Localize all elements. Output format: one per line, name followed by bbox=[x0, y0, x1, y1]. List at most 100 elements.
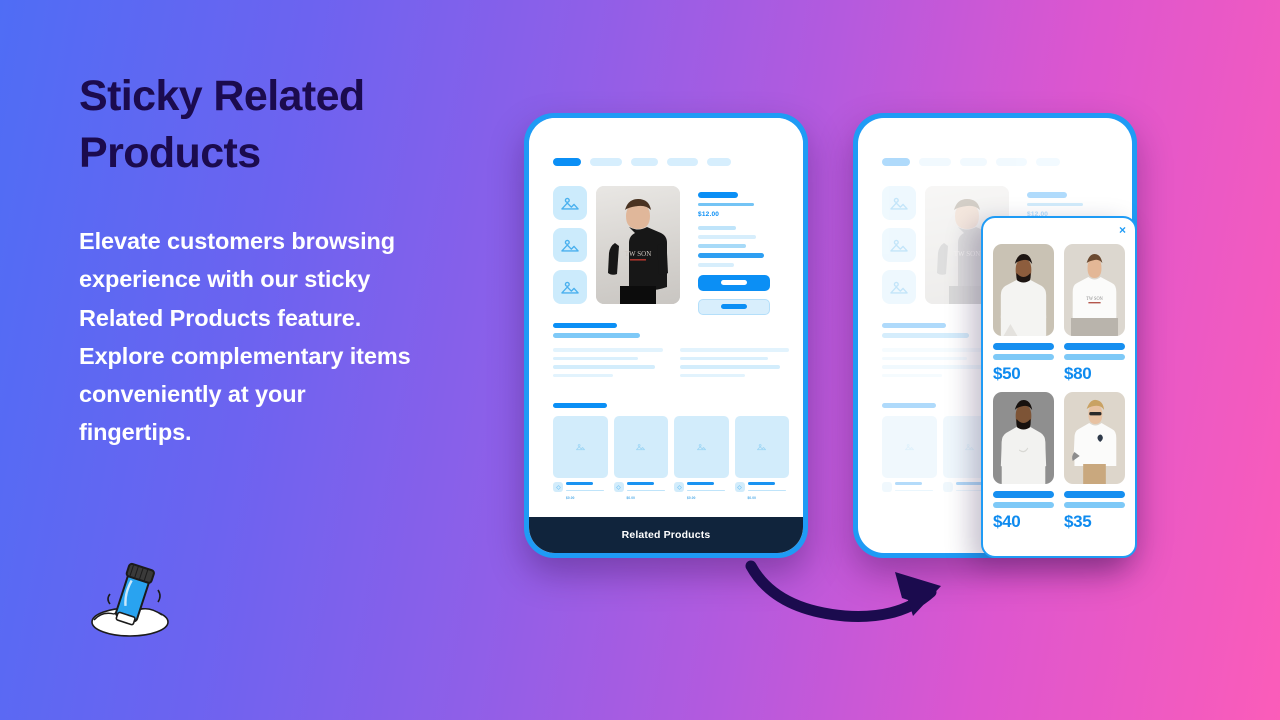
popup-product-price: $35 bbox=[1064, 512, 1092, 531]
related-product-card[interactable]: $0.00 bbox=[613, 416, 668, 501]
popup-sub-skeleton bbox=[993, 502, 1054, 508]
popup-product-price: $40 bbox=[993, 512, 1021, 531]
nav-pill[interactable] bbox=[1036, 158, 1060, 166]
card-sub-skeleton bbox=[626, 489, 665, 492]
popup-product-card[interactable]: $35 bbox=[1064, 392, 1125, 532]
popup-product-image bbox=[993, 392, 1054, 484]
sticky-bar-label: Related Products bbox=[621, 529, 711, 541]
image-placeholder-icon[interactable] bbox=[882, 228, 916, 262]
nav-pill[interactable] bbox=[667, 158, 698, 166]
product-title-skeleton bbox=[698, 192, 738, 198]
popup-product-card[interactable]: $50 bbox=[993, 244, 1054, 384]
description-text: Elevate customers browsing experience wi… bbox=[79, 228, 411, 445]
popup-sub-skeleton bbox=[1064, 502, 1125, 508]
product-hero-image[interactable]: TW SON bbox=[596, 186, 680, 304]
nav-pill-active[interactable] bbox=[882, 158, 910, 166]
svg-text:TW SON: TW SON bbox=[1086, 297, 1103, 302]
related-product-card[interactable]: $0.00 bbox=[734, 416, 789, 501]
nav-pill[interactable] bbox=[631, 158, 658, 166]
card-sub-skeleton bbox=[895, 489, 934, 492]
popup-product-card[interactable]: $40 bbox=[993, 392, 1054, 532]
product-title-skeleton bbox=[1027, 192, 1067, 198]
related-heading-skeleton bbox=[553, 403, 607, 408]
curved-arrow-right-icon bbox=[745, 558, 970, 630]
tag-icon bbox=[942, 482, 953, 492]
detail-line bbox=[698, 243, 746, 248]
nav-pill-row bbox=[882, 158, 1060, 166]
product-price: $12.00 bbox=[698, 210, 720, 218]
popup-product-grid: $50 TW SON $80 $40 $35 bbox=[993, 244, 1125, 532]
detail-line bbox=[698, 225, 736, 230]
related-product-card[interactable]: $0.00 bbox=[553, 416, 608, 500]
popup-product-price: $80 bbox=[1064, 364, 1092, 383]
product-page-screen: TW SON $12.00 $0.00 $0.00 $0.00 $0.00 Re… bbox=[529, 118, 803, 553]
card-image-placeholder bbox=[674, 416, 729, 478]
card-price: $0.00 bbox=[566, 496, 575, 501]
card-price: $0.00 bbox=[747, 496, 756, 501]
nav-pill[interactable] bbox=[919, 158, 951, 166]
card-sub-skeleton bbox=[566, 489, 605, 492]
section-subheading-skeleton bbox=[553, 333, 640, 338]
text-line bbox=[553, 356, 639, 360]
popup-product-image bbox=[1064, 392, 1125, 484]
buy-now-button[interactable] bbox=[698, 298, 770, 315]
tag-icon bbox=[734, 482, 745, 492]
card-title-skeleton bbox=[626, 482, 654, 485]
card-title-skeleton bbox=[895, 482, 923, 485]
nav-pill[interactable] bbox=[707, 158, 731, 166]
popup-title-skeleton bbox=[993, 491, 1054, 498]
product-description-block bbox=[553, 323, 789, 382]
product-subtitle-skeleton bbox=[1027, 203, 1083, 206]
popup-product-image: TW SON bbox=[1064, 244, 1125, 336]
nav-pill-active[interactable] bbox=[553, 158, 581, 166]
detail-line bbox=[698, 234, 756, 239]
description-column-left bbox=[882, 348, 992, 382]
add-to-cart-button[interactable] bbox=[698, 274, 770, 291]
text-line bbox=[553, 348, 663, 352]
text-line bbox=[553, 365, 655, 369]
phone-mockup-before: TW SON $12.00 $0.00 $0.00 $0.00 $0.00 Re… bbox=[524, 113, 808, 558]
related-heading-skeleton bbox=[882, 403, 936, 408]
image-placeholder-icon[interactable] bbox=[553, 186, 587, 220]
text-line bbox=[882, 373, 943, 377]
tag-icon bbox=[882, 482, 892, 492]
card-image-placeholder bbox=[734, 416, 789, 478]
image-placeholder-icon[interactable] bbox=[882, 186, 916, 220]
product-subtitle-skeleton bbox=[698, 203, 754, 206]
text-line bbox=[882, 365, 984, 369]
card-sub-skeleton bbox=[687, 489, 726, 492]
image-placeholder-icon[interactable] bbox=[553, 228, 587, 262]
section-heading-skeleton bbox=[553, 323, 617, 328]
text-line bbox=[553, 373, 614, 377]
product-gallery: TW SON $12.00 bbox=[553, 186, 778, 315]
detail-line bbox=[698, 262, 734, 267]
tag-icon bbox=[674, 482, 684, 492]
card-sub-skeleton bbox=[747, 489, 786, 492]
tag-icon bbox=[613, 482, 624, 492]
image-placeholder-icon[interactable] bbox=[553, 270, 587, 304]
nav-pill[interactable] bbox=[960, 158, 987, 166]
image-placeholder-icon[interactable] bbox=[882, 270, 916, 304]
text-line bbox=[679, 356, 769, 360]
card-title-skeleton bbox=[747, 482, 775, 485]
related-product-card[interactable] bbox=[882, 416, 937, 496]
nav-pill[interactable] bbox=[590, 158, 622, 166]
left-content-panel: Sticky Related Products Elevate customer… bbox=[79, 68, 479, 451]
section-subheading-skeleton bbox=[882, 333, 969, 338]
related-product-card[interactable]: $0.00 bbox=[674, 416, 729, 500]
nav-pill[interactable] bbox=[996, 158, 1027, 166]
sticky-related-products-popup: × $50 TW SON $80 $40 $35 bbox=[981, 216, 1137, 558]
card-price: $0.00 bbox=[687, 496, 696, 501]
card-price: $0.00 bbox=[626, 496, 635, 501]
popup-title-skeleton bbox=[993, 343, 1054, 350]
related-products-section: $0.00 $0.00 $0.00 $0.00 bbox=[553, 403, 789, 500]
text-line bbox=[679, 373, 746, 377]
sticky-related-products-bar[interactable]: Related Products bbox=[529, 517, 803, 553]
text-line bbox=[882, 356, 968, 360]
description-column-right bbox=[679, 348, 789, 382]
close-icon[interactable]: × bbox=[1119, 224, 1126, 236]
popup-product-card[interactable]: TW SON $80 bbox=[1064, 244, 1125, 384]
popup-sub-skeleton bbox=[993, 354, 1054, 360]
thumbnail-column bbox=[553, 186, 587, 315]
popup-sub-skeleton bbox=[1064, 354, 1125, 360]
